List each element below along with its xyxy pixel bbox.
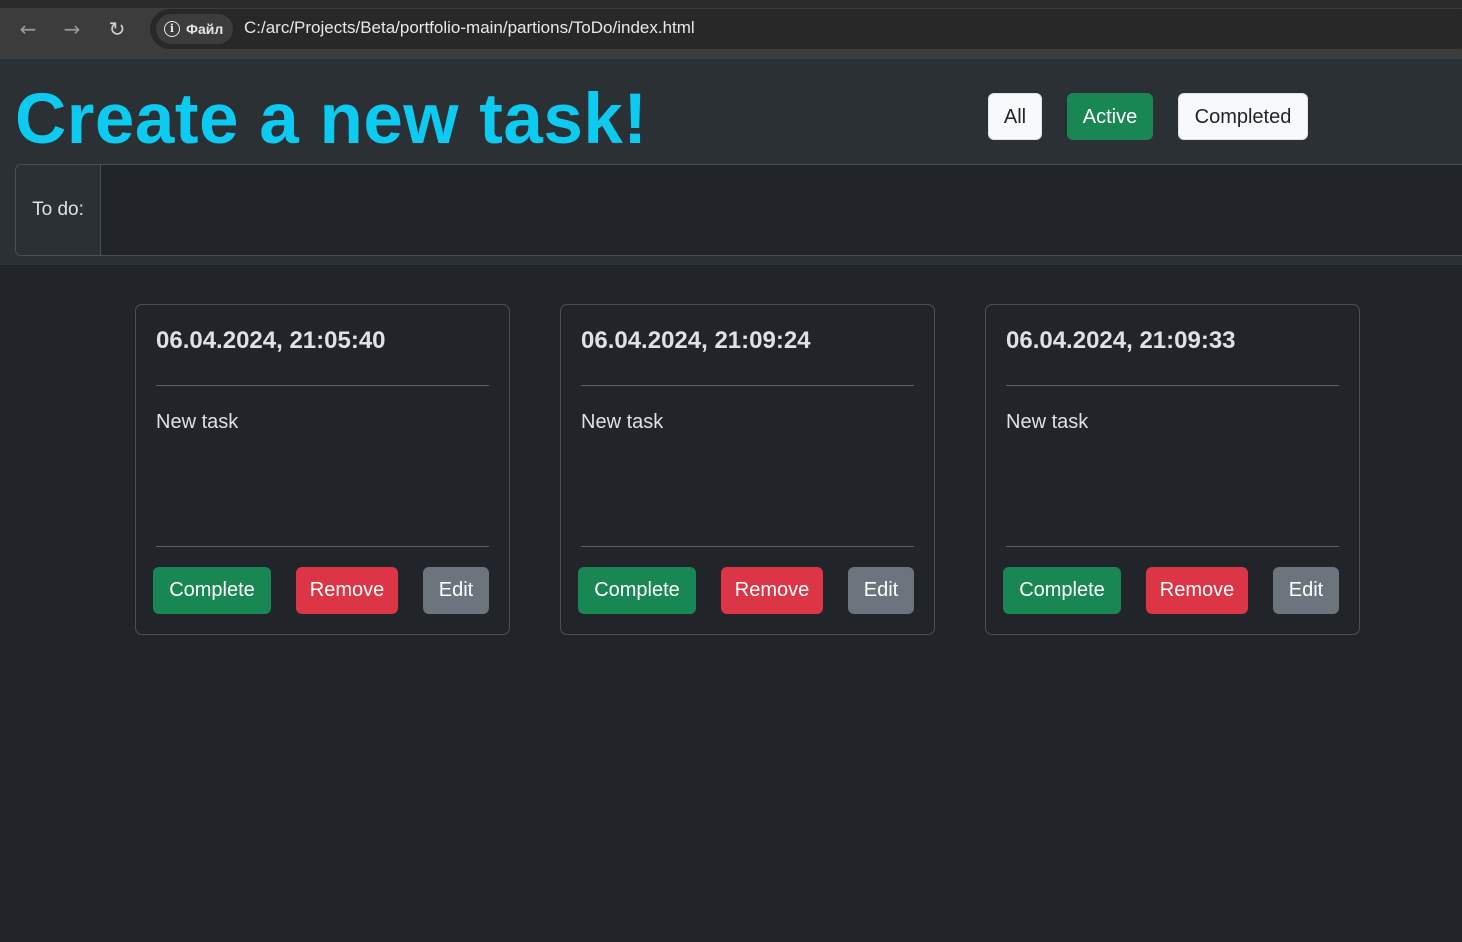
page-title: Create a new task! [15, 80, 648, 159]
divider [156, 546, 489, 547]
task-date: 06.04.2024, 21:05:40 [156, 327, 386, 354]
filter-completed-button[interactable]: Completed [1178, 93, 1308, 140]
site-info-chip[interactable]: i Файл [156, 14, 233, 44]
todo-input-group: To do: [15, 164, 1462, 256]
divider [581, 385, 914, 386]
browser-toolbar: ← → ↻ i Файл C:/arc/Projects/Beta/portfo… [0, 0, 1462, 59]
complete-button[interactable]: Complete [153, 567, 271, 614]
arrow-right-icon[interactable]: → [59, 16, 85, 42]
edit-button[interactable]: Edit [848, 567, 914, 614]
divider [156, 385, 489, 386]
remove-button[interactable]: Remove [296, 567, 398, 614]
task-date: 06.04.2024, 21:09:33 [1006, 327, 1236, 354]
divider [581, 546, 914, 547]
remove-button[interactable]: Remove [721, 567, 823, 614]
address-bar[interactable]: i Файл C:/arc/Projects/Beta/portfolio-ma… [150, 9, 1462, 49]
tab-strip [0, 0, 1462, 8]
task-card: 06.04.2024, 21:09:24 New task Complete R… [560, 304, 935, 635]
todo-input[interactable] [101, 165, 1462, 255]
arrow-left-icon[interactable]: ← [15, 16, 41, 42]
complete-button[interactable]: Complete [1003, 567, 1121, 614]
reload-icon[interactable]: ↻ [104, 16, 130, 42]
task-card: 06.04.2024, 21:09:33 New task Complete R… [985, 304, 1360, 635]
divider [1006, 546, 1339, 547]
task-text: New task [581, 411, 664, 433]
complete-button[interactable]: Complete [578, 567, 696, 614]
edit-button[interactable]: Edit [423, 567, 489, 614]
edit-button[interactable]: Edit [1273, 567, 1339, 614]
task-header: Create a new task! All Active Completed … [0, 59, 1462, 265]
filter-all-button[interactable]: All [988, 93, 1042, 140]
site-info-label: Файл [186, 21, 224, 37]
url-text[interactable]: C:/arc/Projects/Beta/portfolio-main/part… [244, 18, 695, 38]
remove-button[interactable]: Remove [1146, 567, 1248, 614]
info-icon: i [164, 21, 180, 37]
filter-active-button[interactable]: Active [1067, 93, 1153, 140]
task-card: 06.04.2024, 21:05:40 New task Complete R… [135, 304, 510, 635]
divider [1006, 385, 1339, 386]
task-date: 06.04.2024, 21:09:24 [581, 327, 811, 354]
task-text: New task [1006, 411, 1089, 433]
task-text: New task [156, 411, 239, 433]
todo-input-label: To do: [16, 165, 101, 255]
